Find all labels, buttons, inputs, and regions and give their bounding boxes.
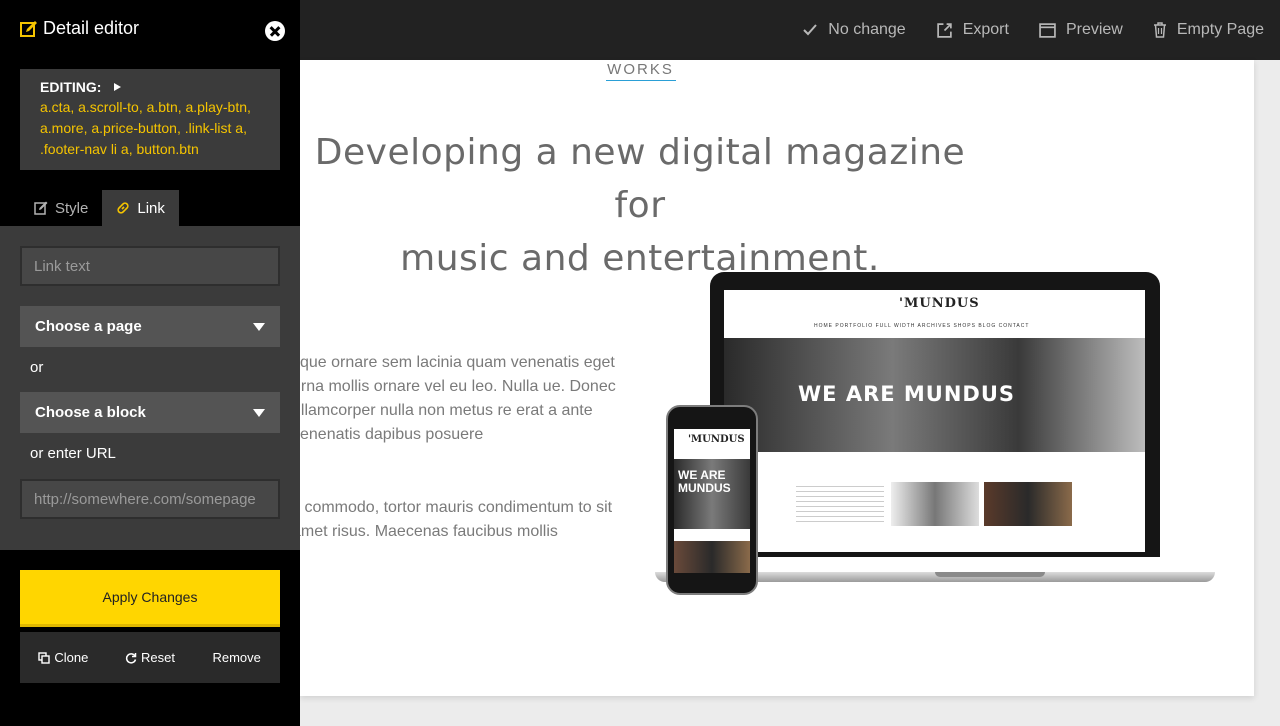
choose-block-label: Choose a block — [35, 404, 146, 421]
laptop-screen-nav: HOME PORTFOLIO FULL WIDTH ARCHIVES SHOPS… — [814, 323, 1030, 329]
check-icon — [803, 24, 818, 36]
or-label: or — [30, 359, 44, 376]
url-input[interactable]: http://somewhere.com/somepage — [20, 479, 280, 519]
tab-style[interactable]: Style — [20, 190, 102, 226]
page-canvas[interactable]: MOST RECENT WORKS Developing a new digit… — [300, 60, 1254, 696]
choose-page-select[interactable]: Choose a page — [20, 306, 280, 347]
clone-icon — [38, 651, 51, 664]
edit-icon — [20, 20, 37, 37]
close-icon[interactable] — [265, 21, 285, 41]
editing-label: EDITING: — [40, 79, 102, 95]
or-enter-url-label: or enter URL — [30, 445, 116, 462]
phone-mockup-image[interactable]: 'MUNDUS WE ARE MUNDUS — [666, 405, 758, 595]
link-icon — [117, 202, 129, 214]
laptop-screen-thumbnail-2 — [984, 482, 1072, 526]
choose-block-select[interactable]: Choose a block — [20, 392, 280, 433]
phone-hero-text: WE ARE MUNDUS — [678, 468, 731, 495]
empty-page-label: Empty Page — [1176, 21, 1264, 38]
laptop-notch — [935, 572, 1045, 577]
laptop-hero-text: WE ARE MUNDUS — [798, 382, 1016, 406]
reset-button[interactable]: Reset — [107, 632, 194, 683]
body-paragraph-1[interactable]: sque ornare sem lacinia quam venenatis e… — [300, 351, 632, 447]
laptop-screen-hero: WE ARE MUNDUS — [724, 338, 1145, 452]
laptop-mockup-image[interactable]: 'MUNDUS HOME PORTFOLIO FULL WIDTH ARCHIV… — [655, 272, 1215, 582]
choose-page-label: Choose a page — [35, 318, 142, 335]
phone-screen-photo — [674, 541, 750, 573]
link-text-input[interactable]: Link text — [20, 246, 280, 286]
title-underline — [606, 80, 676, 81]
remove-label: Remove — [212, 650, 261, 665]
no-change-label: No change — [828, 21, 906, 38]
chevron-down-icon — [253, 322, 265, 331]
editing-selector-box: EDITING: a.cta, a.scroll-to, a.btn, a.pl… — [20, 69, 280, 170]
preview-icon — [1039, 22, 1056, 38]
top-actions: No change Export Preview Empty Page — [772, 0, 1264, 60]
laptop-lid: 'MUNDUS HOME PORTFOLIO FULL WIDTH ARCHIV… — [710, 272, 1160, 557]
preview-button[interactable]: Preview — [1039, 21, 1123, 39]
export-icon — [936, 22, 952, 38]
preview-label: Preview — [1065, 21, 1123, 38]
clone-button[interactable]: Clone — [20, 632, 107, 683]
editor-title: Detail editor — [43, 18, 140, 38]
page-headline[interactable]: Developing a new digital magazine for mu… — [300, 126, 990, 285]
body-paragraph-2[interactable]: s commodo, tortor mauris condimentum to … — [300, 496, 632, 544]
chevron-down-icon — [253, 408, 265, 417]
laptop-screen: 'MUNDUS HOME PORTFOLIO FULL WIDTH ARCHIV… — [724, 290, 1145, 552]
action-button-row: Clone Reset Remove — [20, 632, 280, 683]
export-label: Export — [962, 21, 1009, 38]
phone-screen-hero: WE ARE MUNDUS — [674, 459, 750, 529]
editor-tabs: Style Link — [20, 190, 179, 226]
laptop-screen-logo: 'MUNDUS — [899, 296, 980, 311]
no-change-button[interactable]: No change — [802, 21, 906, 39]
clone-label: Clone — [54, 650, 89, 665]
tab-style-label: Style — [55, 199, 89, 217]
editing-header: EDITING: — [40, 79, 260, 95]
section-title[interactable]: MOST RECENT WORKS — [548, 60, 733, 78]
laptop-screen-thumbnail-1 — [891, 482, 979, 526]
laptop-screen-text-block — [796, 482, 884, 522]
headline-line-1: Developing a new digital magazine for — [314, 132, 966, 226]
phone-screen: 'MUNDUS WE ARE MUNDUS — [674, 429, 750, 573]
tab-link-label: Link — [137, 199, 165, 217]
apply-changes-button[interactable]: Apply Changes — [20, 570, 280, 627]
export-button[interactable]: Export — [936, 21, 1009, 39]
editor-header: Detail editor — [20, 18, 139, 39]
editing-selectors: a.cta, a.scroll-to, a.btn, a.play-btn, a… — [40, 99, 251, 157]
remove-button[interactable]: Remove — [193, 632, 280, 683]
phone-screen-logo: 'MUNDUS — [688, 434, 745, 445]
refresh-icon — [125, 652, 137, 664]
reset-label: Reset — [141, 650, 175, 665]
link-settings-panel: Link text Choose a page or Choose a bloc… — [0, 226, 300, 550]
edit-icon — [34, 201, 48, 215]
expand-arrow-icon[interactable] — [114, 83, 122, 91]
tab-link[interactable]: Link — [102, 190, 179, 226]
trash-icon — [1153, 22, 1166, 38]
empty-page-button[interactable]: Empty Page — [1153, 21, 1264, 39]
detail-editor-panel: Detail editor EDITING: a.cta, a.scroll-t… — [0, 0, 300, 726]
